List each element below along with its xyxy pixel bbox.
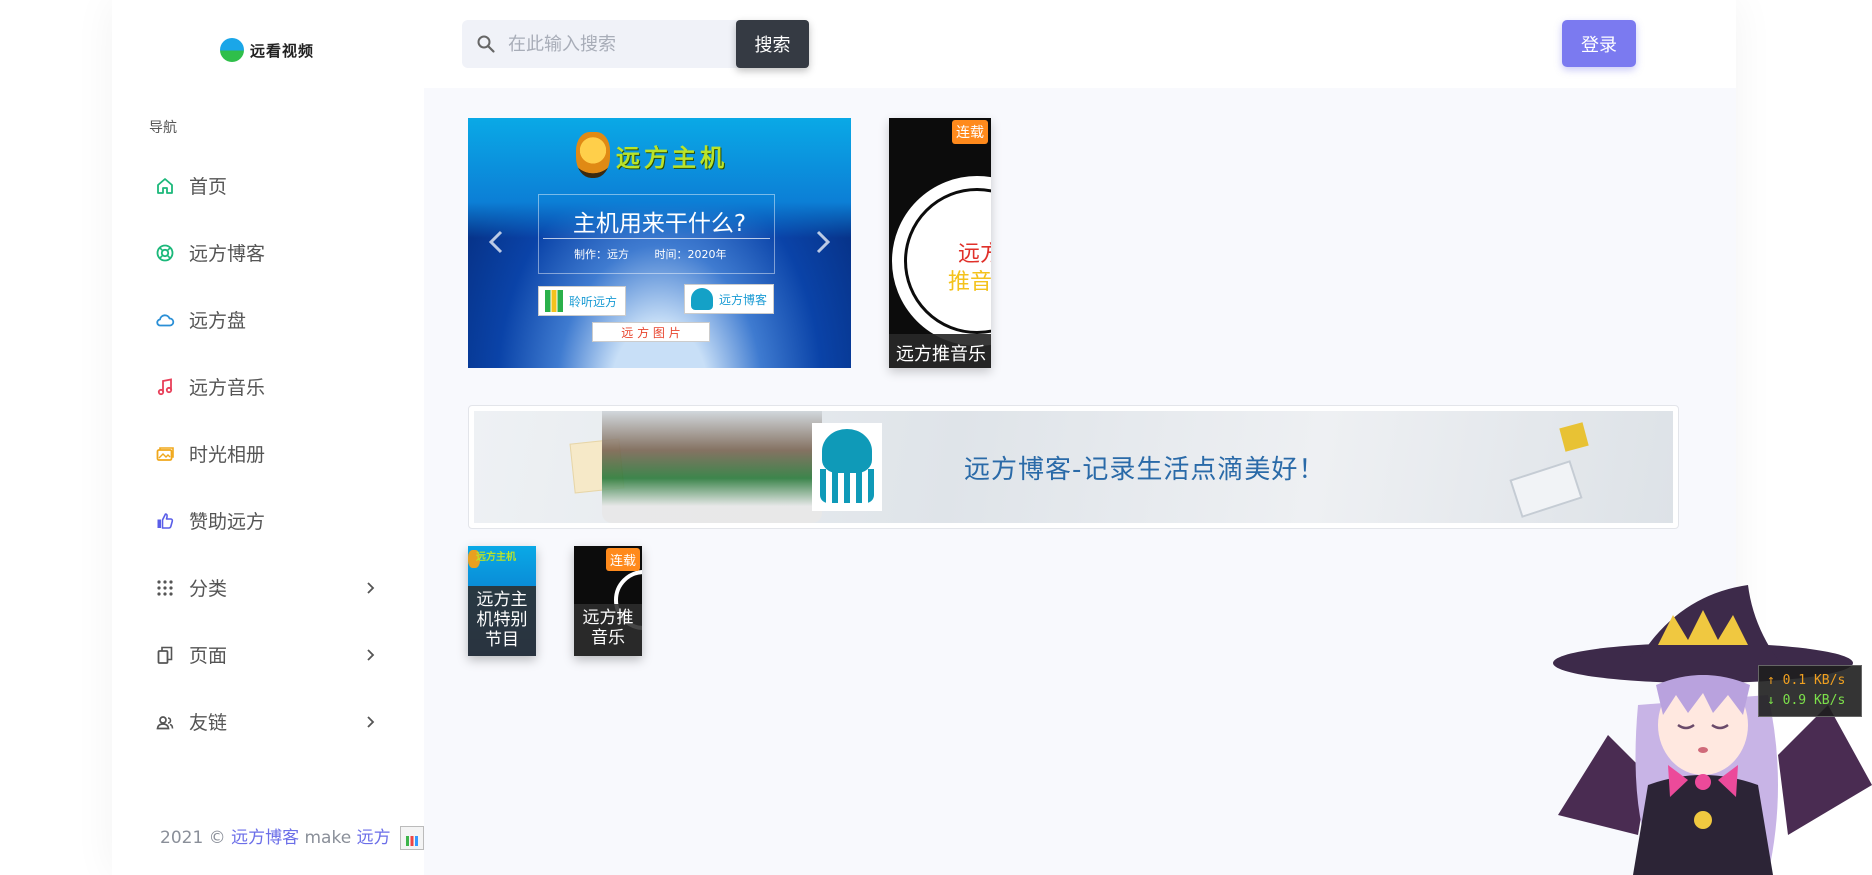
sidebar-item-album[interactable]: 时光相册 — [112, 420, 424, 487]
thumbs-up-icon — [155, 511, 175, 531]
search-input[interactable] — [508, 33, 718, 55]
stats-icon[interactable] — [399, 826, 424, 850]
thumb-card-music[interactable]: 连载 远方推音乐 — [574, 546, 642, 656]
gift-icon — [1559, 422, 1589, 452]
login-button[interactable]: 登录 — [1562, 20, 1636, 67]
carousel-badge-label: 远方博客 — [719, 292, 768, 307]
sidebar-item-label: 远方博客 — [189, 243, 266, 265]
octopus-legs-icon — [820, 469, 874, 503]
nav-list: 首页 远方博客 远方盘 远方音乐 时光相册 赞助远方 分类 页面 友链 — [112, 152, 424, 755]
banner-image: 远方博客-记录生活点滴美好！ — [474, 411, 1673, 523]
logo-text: 远看视频 — [250, 41, 315, 60]
arrow-up-icon: ↑ — [1767, 673, 1775, 688]
download-speed: ↓ 0.9 KB/s — [1767, 691, 1853, 711]
upload-value: 0.1 KB/s — [1782, 673, 1846, 688]
site-logo[interactable]: 远看视频 — [220, 38, 314, 62]
carousel-badge-label: 远 方 图 片 — [621, 325, 681, 340]
sidebar-item-blog[interactable]: 远方博客 — [112, 219, 424, 286]
sidebar-item-label: 页面 — [189, 645, 228, 667]
search-button[interactable]: 搜索 — [736, 20, 809, 68]
banner-text: 远方博客-记录生活点滴美好！ — [964, 455, 1326, 485]
carousel-badge-label: 聆听远方 — [569, 294, 618, 309]
people-photo — [602, 411, 822, 523]
sidebar-item-links[interactable]: 友链 — [112, 688, 424, 755]
carousel-meta: 制作：远方 时间：2020年 — [574, 246, 749, 262]
users-icon — [155, 712, 175, 732]
witch-mascot[interactable] — [1538, 585, 1872, 875]
sidebar-item-label: 远方音乐 — [189, 377, 266, 399]
logo-mark-icon — [220, 38, 244, 62]
octopus-logo — [812, 423, 882, 511]
upload-speed: ↑ 0.1 KB/s — [1767, 671, 1853, 691]
chevron-right-icon — [362, 579, 380, 597]
carousel-logo-text: 远方主机 — [616, 142, 728, 172]
sidebar-item-label: 分类 — [189, 578, 228, 600]
thumb-logo-text: 远方主机 — [476, 552, 516, 563]
carousel-logo: 远方主机 — [576, 132, 728, 178]
footer-copyright: 2021 © 远方博客 make 远方 — [160, 823, 424, 850]
tiger-logo-icon — [576, 132, 610, 178]
blog-banner[interactable]: 远方博客-记录生活点滴美好！ — [468, 405, 1679, 529]
poster-card-music[interactable]: 远方 推音 连载 远方推音乐 — [889, 118, 991, 368]
home-icon — [155, 176, 175, 196]
poster-caption: 远方推音乐 — [889, 334, 991, 368]
carousel-author: 制作：远方 — [574, 248, 629, 261]
sidebar-item-label: 首页 — [189, 176, 228, 198]
footer-author-link[interactable]: 远方 — [357, 828, 391, 848]
sidebar-item-music[interactable]: 远方音乐 — [112, 353, 424, 420]
book-icon — [1509, 460, 1583, 518]
chevron-right-icon — [362, 646, 380, 664]
network-speed-widget: ↑ 0.1 KB/s ↓ 0.9 KB/s — [1758, 665, 1862, 717]
octopus-icon — [691, 288, 713, 310]
chevron-right-icon — [816, 230, 831, 254]
carousel-divider — [543, 238, 770, 239]
sidebar-item-pages[interactable]: 页面 — [112, 621, 424, 688]
chevron-right-icon — [362, 713, 380, 731]
photo-album-icon — [155, 444, 175, 464]
featured-carousel[interactable]: 远方主机 主机用来干什么? 制作：远方 时间：2020年 聆听远方 远方博客 远… — [468, 118, 851, 368]
lifebuoy-icon — [155, 243, 175, 263]
music-note-icon — [155, 377, 175, 397]
chevron-left-icon — [488, 230, 503, 254]
app-shell: 远看视频 导航 首页 远方博客 远方盘 远方音乐 时光相册 赞助远方 分类 页面… — [112, 0, 1736, 875]
bar-chart-icon — [545, 290, 563, 312]
download-value: 0.9 KB/s — [1782, 693, 1846, 708]
copy-icon — [155, 645, 175, 665]
arrow-down-icon: ↓ — [1767, 693, 1775, 708]
carousel-next-button[interactable] — [809, 228, 837, 256]
grid-dots-icon — [155, 578, 175, 598]
serial-badge: 连载 — [605, 548, 640, 571]
carousel-badge-photos: 远 方 图 片 — [592, 322, 710, 342]
carousel-title: 主机用来干什么? — [572, 211, 747, 237]
cloud-icon — [155, 310, 175, 330]
thumb-caption: 远方推音乐 — [574, 604, 642, 656]
sidebar-item-home[interactable]: 首页 — [112, 152, 424, 219]
thumb-caption: 远方主机特别节目 — [468, 586, 536, 656]
thumb-card-host-special[interactable]: 远方主机 远方主机特别节目 — [468, 546, 536, 656]
carousel-badge-blog: 远方博客 — [684, 284, 774, 314]
poster-overlay-line2: 推音 — [948, 270, 991, 295]
octopus-head-icon — [822, 429, 872, 473]
sidebar-item-label: 远方盘 — [189, 310, 247, 332]
sidebar-item-label: 赞助远方 — [189, 511, 266, 533]
sidebar-item-category[interactable]: 分类 — [112, 554, 424, 621]
sidebar-item-drive[interactable]: 远方盘 — [112, 286, 424, 353]
footer-year: 2021 © — [160, 828, 226, 848]
sidebar-item-sponsor[interactable]: 赞助远方 — [112, 487, 424, 554]
footer-site-link[interactable]: 远方博客 — [231, 828, 299, 848]
sidebar-item-label: 友链 — [189, 712, 228, 734]
sidebar: 远看视频 导航 首页 远方博客 远方盘 远方音乐 时光相册 赞助远方 分类 页面… — [112, 0, 424, 875]
nav-heading: 导航 — [149, 120, 177, 136]
search-box — [462, 20, 738, 68]
serial-badge: 连载 — [952, 120, 988, 144]
sidebar-item-label: 时光相册 — [189, 444, 266, 466]
carousel-badge-listen: 聆听远方 — [538, 286, 626, 316]
footer-make: make — [304, 828, 352, 848]
top-header: 搜索 登录 — [424, 0, 1736, 88]
carousel-prev-button[interactable] — [482, 228, 510, 256]
search-icon — [476, 34, 496, 54]
carousel-time: 时间：2020年 — [654, 248, 727, 261]
